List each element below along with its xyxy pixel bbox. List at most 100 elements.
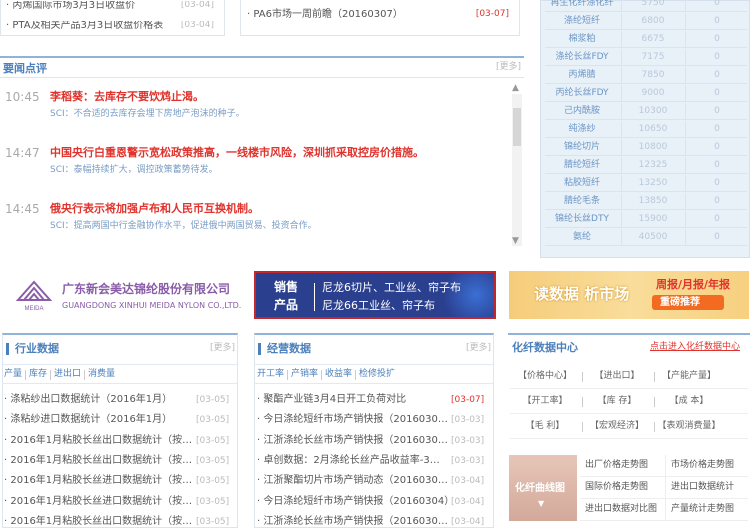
list-item-link[interactable]: 2016年1月粘胶长丝出口数据统计（按…	[10, 516, 192, 527]
list-item[interactable]: · 今日涤纶短纤市场产销快报（20160304）	[257, 496, 454, 507]
fiber-center-button[interactable]: 【毛 利】	[510, 422, 580, 431]
list-item-link[interactable]: 2016年1月粘胶长丝进口数据统计（按…	[10, 496, 192, 507]
curve-link[interactable]: 产量统计走势图	[671, 505, 734, 514]
list-item[interactable]: · 涤粘纱进口数据统计（2016年1月）	[4, 415, 172, 425]
price-change: 0	[714, 178, 720, 188]
price-row[interactable]: 氨纶 40500 0	[545, 229, 747, 246]
list-item-link[interactable]: 江浙涤纶长丝市场产销快报（2016030…	[263, 516, 448, 527]
fiber-center-button[interactable]: 【成 本】	[654, 397, 724, 406]
list-item-link[interactable]: 江浙涤纶长丝市场产销快报（2016030…	[263, 435, 448, 446]
fiber-center-enter-link[interactable]: 点击进入化纤数据中心	[650, 343, 740, 352]
news-headline[interactable]: 俄央行表示将加强卢布和人民币互换机制。	[50, 203, 259, 214]
price-name[interactable]: 氨纶	[545, 233, 619, 242]
price-row[interactable]: 涤纶长丝FDY 7175 0	[545, 49, 747, 66]
price-name[interactable]: 丙烯腈	[545, 71, 619, 80]
news-headline[interactable]: 李稻葵：去库存不要饮鸩止渴。	[50, 91, 204, 102]
price-row[interactable]: 腈纶毛条 13850 0	[545, 193, 747, 210]
tab-yield-rate[interactable]: 收益率	[325, 370, 352, 379]
list-item-link[interactable]: 2016年1月粘胶长丝出口数据统计（按…	[10, 435, 192, 446]
price-row[interactable]: 纯涤纱 10650 0	[545, 121, 747, 138]
list-item-link[interactable]: 江浙聚酯切片市场产销动态（2016030…	[263, 475, 448, 486]
price-row[interactable]: 粘胶短纤 13250 0	[545, 175, 747, 192]
list-item-link[interactable]: 2016年1月粘胶长丝进口数据统计（按…	[10, 475, 192, 486]
fiber-center-button[interactable]: 【进出口】	[582, 372, 652, 381]
price-row[interactable]: 锦纶长丝DTY 15900 0	[545, 211, 747, 228]
list-item[interactable]: · 丙烯国际市场3月3日收盘价 [03-04]	[6, 1, 218, 13]
list-item[interactable]: · 2016年1月粘胶长丝出口数据统计（按…	[4, 516, 192, 527]
tab-import-export[interactable]: 进出口	[54, 370, 81, 379]
fiber-center-button[interactable]: 【价格中心】	[510, 372, 580, 381]
price-row[interactable]: 丙纶长丝FDY 9000 0	[545, 85, 747, 102]
list-item-link[interactable]: 今日涤纶短纤市场产销快报（20160304）	[263, 496, 454, 507]
nylon-sales-ad-banner[interactable]: 销售 产品 尼龙6切片、工业丝、帘子布 尼龙66工业丝、帘子布	[254, 271, 496, 319]
price-name[interactable]: 涤纶长丝FDY	[545, 53, 619, 62]
price-name[interactable]: 己内酰胺	[545, 107, 619, 116]
news-more-link[interactable]: [更多]	[496, 63, 521, 72]
list-item-link[interactable]: 2016年1月粘胶长丝出口数据统计（按…	[10, 455, 192, 466]
list-item-link[interactable]: PA6市场一周前瞻（20160307）	[253, 9, 403, 20]
news-headline[interactable]: 中国央行白重恩警示宽松政策推高，一线楼市风险，深圳抓采取控房价措施。	[50, 147, 424, 158]
fiber-center-button[interactable]: 【宏观经济】	[582, 422, 652, 431]
curve-link[interactable]: 进出口数据统计	[671, 483, 734, 492]
price-row[interactable]: 涤纶短纤 6800 0	[545, 13, 747, 30]
list-item[interactable]: · PA6市场一周前瞻（20160307） [03-07]	[247, 10, 513, 20]
news-time: 14:47	[5, 146, 40, 160]
scrollbar-thumb[interactable]	[513, 108, 521, 146]
price-row[interactable]: 丙烯腈 7850 0	[545, 67, 747, 84]
curve-link[interactable]: 进出口数据对比图	[585, 505, 657, 514]
list-item[interactable]: · 2016年1月粘胶长丝进口数据统计（按…	[4, 476, 192, 486]
list-item[interactable]: · 2016年1月粘胶长丝出口数据统计（按…	[4, 455, 192, 466]
industry-more-link[interactable]: [更多]	[210, 344, 235, 353]
price-row[interactable]: 锦纶切片 10800 0	[545, 139, 747, 156]
price-row[interactable]: 腈纶短纤 12325 0	[545, 157, 747, 174]
price-row[interactable]: 己内酰胺 10300 0	[545, 103, 747, 120]
scroll-up-icon[interactable]: ▲	[512, 84, 519, 93]
curve-link[interactable]: 市场价格走势图	[671, 461, 734, 470]
list-item[interactable]: · 2016年1月粘胶长丝进口数据统计（按…	[4, 496, 192, 507]
price-row[interactable]: 棉浆粕 6675 0	[545, 31, 747, 48]
curve-link[interactable]: 出厂价格走势图	[585, 461, 648, 470]
list-item-link[interactable]: 卓创数据：2月涤纶长丝产品收益率-3…	[263, 455, 439, 466]
list-item[interactable]: · 卓创数据：2月涤纶长丝产品收益率-3…	[257, 455, 440, 466]
price-name[interactable]: 涤纶短纤	[545, 17, 619, 26]
list-item-link[interactable]: 丙烯国际市场3月3日收盘价	[12, 1, 135, 11]
tab-inventory[interactable]: 库存	[29, 370, 47, 379]
list-item[interactable]: · 江浙涤纶长丝市场产销快报（2016030…	[257, 435, 448, 446]
fiber-center-button[interactable]: 【表观消费量】	[654, 422, 724, 431]
list-item[interactable]: · 2016年1月粘胶长丝出口数据统计（按…	[4, 435, 192, 446]
list-item[interactable]: · 今日涤纶短纤市场产销快报（2016030…	[257, 415, 448, 425]
price-name[interactable]: 棉浆粕	[545, 35, 619, 44]
column-divider	[621, 67, 622, 83]
price-name[interactable]: 腈纶短纤	[545, 161, 619, 170]
price-name[interactable]: 锦纶长丝DTY	[545, 215, 619, 224]
price-name[interactable]: 锦纶切片	[545, 143, 619, 152]
price-name[interactable]: 再生化纤涤化纤	[545, 0, 619, 8]
price-row[interactable]: 再生化纤涤化纤 5750 0	[545, 0, 747, 12]
list-item[interactable]: · 涤粘纱出口数据统计（2016年1月）	[4, 395, 172, 405]
list-item-link[interactable]: 今日涤纶短纤市场产销快报（2016030…	[263, 414, 448, 425]
top-mid-list: · PA6市场一周前瞻（20160307） [03-07]	[240, 0, 520, 36]
list-item-link[interactable]: 聚酯产业链3月4日开工负荷对比	[263, 394, 406, 405]
tab-maintenance[interactable]: 检修投扩	[359, 370, 395, 379]
fiber-center-button[interactable]: 【库 存】	[582, 397, 652, 406]
fiber-center-button[interactable]: 【产能产量】	[654, 372, 724, 381]
list-item[interactable]: · 江浙聚酯切片市场产销动态（2016030…	[257, 476, 448, 486]
price-name[interactable]: 纯涤纱	[545, 125, 619, 134]
price-name[interactable]: 腈纶毛条	[545, 197, 619, 206]
fiber-center-button[interactable]: 【开工率】	[510, 397, 580, 406]
price-name[interactable]: 粘胶短纤	[545, 179, 619, 188]
scroll-down-icon[interactable]: ▼	[512, 237, 519, 246]
list-item[interactable]: · 江浙涤纶长丝市场产销快报（2016030…	[257, 516, 448, 527]
tab-operating-rate[interactable]: 开工率	[257, 370, 284, 379]
list-item[interactable]: · PTA及相关产品3月3日收盘价格表 [03-04]	[6, 21, 218, 33]
tab-sales-rate[interactable]: 产销率	[291, 370, 318, 379]
tab-output[interactable]: 产量	[4, 370, 22, 379]
business-more-link[interactable]: [更多]	[466, 344, 491, 353]
price-name[interactable]: 丙纶长丝FDY	[545, 89, 619, 98]
list-item-link[interactable]: PTA及相关产品3月3日收盘价格表	[12, 21, 163, 31]
list-item-link[interactable]: 涤粘纱进口数据统计（2016年1月）	[10, 414, 172, 425]
list-item[interactable]: · 聚酯产业链3月4日开工负荷对比	[257, 395, 406, 405]
list-item-link[interactable]: 涤粘纱出口数据统计（2016年1月）	[10, 394, 172, 405]
curve-link[interactable]: 国际价格走势图	[585, 483, 648, 492]
tab-consumption[interactable]: 消费量	[88, 370, 115, 379]
